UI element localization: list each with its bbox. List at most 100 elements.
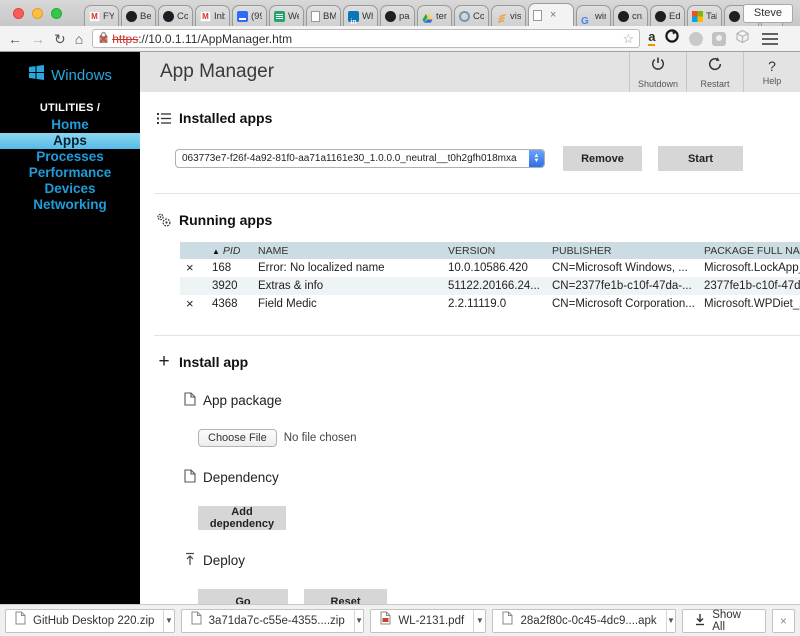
window-controls <box>13 8 62 19</box>
windows-logo-icon <box>28 64 45 86</box>
tab-bm[interactable]: BM <box>306 5 341 26</box>
add-dependency-button[interactable]: Add dependency <box>198 506 286 530</box>
download-item: 28a2f80c-0c45-4dc9....apk ▼ <box>492 609 676 633</box>
minimize-window-button[interactable] <box>32 8 43 19</box>
close-window-button[interactable] <box>13 8 24 19</box>
amazon-extension-icon[interactable] <box>648 31 655 46</box>
back-icon[interactable]: ← <box>8 32 22 46</box>
table-row: × 4368 Field Medic 2.2.11119.0 CN=Micros… <box>180 295 800 313</box>
pid-column-header[interactable]: ▲PID <box>206 242 252 259</box>
tab-active-app-manager[interactable]: × <box>528 3 574 26</box>
package-column-header[interactable]: PACKAGE FULL NAME <box>698 242 800 259</box>
section-divider <box>154 193 800 194</box>
tab-inb[interactable]: Inb <box>195 5 230 26</box>
tab-we[interactable]: We <box>269 5 304 26</box>
gmail-icon <box>200 11 211 22</box>
installed-apps-select[interactable]: 063773e7-f26f-4a92-81f0-aa71a1161e30_1.0… <box>175 149 545 168</box>
address-bar[interactable]: https://10.0.1.11/AppManager.htm ☆ <box>92 29 640 48</box>
sidebar-item-apps[interactable]: Apps <box>0 133 140 149</box>
help-button[interactable]: ? Help <box>743 52 800 92</box>
insecure-lock-icon[interactable] <box>98 31 109 47</box>
download-open-button[interactable]: WL-2131.pdf <box>371 610 473 632</box>
tab-par[interactable]: par <box>380 5 415 26</box>
reset-button[interactable]: Reset <box>304 589 387 604</box>
page-header: App Manager Shutdown Restart ? Help <box>140 52 800 92</box>
tab-co1[interactable]: Co <box>158 5 193 26</box>
close-downloads-bar-icon[interactable]: × <box>772 609 795 633</box>
tab-tem[interactable]: tem <box>417 5 452 26</box>
tab-co2[interactable]: Co <box>454 5 489 26</box>
tab-wh[interactable]: Wh <box>343 5 378 26</box>
table-header-row: ▲PID NAME VERSION PUBLISHER PACKAGE FULL… <box>180 242 800 259</box>
tab-bet[interactable]: Bet <box>121 5 156 26</box>
tab-fyi[interactable]: FYI <box>84 5 119 26</box>
tab-win[interactable]: win <box>576 5 611 26</box>
forward-icon[interactable]: → <box>31 32 45 46</box>
download-menu-caret-icon[interactable]: ▼ <box>163 610 173 632</box>
section-divider <box>154 335 800 336</box>
sidebar-item-performance[interactable]: Performance <box>0 165 140 181</box>
sidebar-item-devices[interactable]: Devices <box>0 181 140 197</box>
tab-99[interactable]: (99 <box>232 5 267 26</box>
download-menu-caret-icon[interactable]: ▼ <box>354 610 364 632</box>
publisher-column-header[interactable]: PUBLISHER <box>546 242 698 259</box>
download-menu-caret-icon[interactable]: ▼ <box>473 610 485 632</box>
cube-extension-icon[interactable] <box>735 29 750 49</box>
download-open-button[interactable]: 3a71da7c-c55e-4355....zip <box>182 610 354 632</box>
main-content: App Manager Shutdown Restart ? Help Inst… <box>140 52 800 604</box>
download-arrow-icon <box>694 613 706 629</box>
gray-circle-extension-icon[interactable] <box>689 32 703 46</box>
orange-stack-icon <box>496 11 507 22</box>
sidebar-item-processes[interactable]: Processes <box>0 149 140 165</box>
show-all-downloads-button[interactable]: Show All <box>682 609 766 633</box>
browser-tab-strip: FYI Bet Co Inb (99 We BM Wh par tem Co v… <box>0 0 800 26</box>
download-menu-caret-icon[interactable]: ▼ <box>666 610 676 632</box>
reload-icon[interactable]: ↻ <box>54 32 66 46</box>
chrome-menu-icon[interactable] <box>762 33 778 45</box>
tab-visu[interactable]: visu <box>491 5 526 26</box>
gmail-icon <box>89 11 100 22</box>
download-item: WL-2131.pdf ▼ <box>370 609 486 633</box>
sidebar-section-label: UTILITIES / <box>0 102 140 114</box>
document-icon <box>533 10 542 21</box>
github-icon <box>729 11 740 22</box>
tab-cn1[interactable]: cn1 <box>613 5 648 26</box>
home-icon[interactable]: ⌂ <box>75 32 83 46</box>
close-app-icon[interactable]: × <box>186 296 194 311</box>
choose-file-button[interactable]: Choose File <box>198 429 277 447</box>
download-item: 3a71da7c-c55e-4355....zip ▼ <box>181 609 365 633</box>
zoom-window-button[interactable] <box>51 8 62 19</box>
tab-edi[interactable]: Edi <box>650 5 685 26</box>
document-icon <box>311 11 320 22</box>
start-button[interactable]: Start <box>658 146 743 171</box>
restart-button[interactable]: Restart <box>686 52 743 92</box>
circle-arrow-extension-icon[interactable] <box>664 28 680 49</box>
browser-profile-button[interactable]: Steve <box>743 4 793 23</box>
sidebar: Windows UTILITIES / Home Apps Processes … <box>0 52 140 604</box>
sidebar-item-networking[interactable]: Networking <box>0 197 140 213</box>
running-apps-table: ▲PID NAME VERSION PUBLISHER PACKAGE FULL… <box>180 242 800 313</box>
download-open-button[interactable]: GitHub Desktop 220.zip <box>6 610 163 632</box>
go-button[interactable]: Go <box>198 589 288 604</box>
microsoft-icon <box>692 11 703 22</box>
person-extension-icon[interactable] <box>712 32 726 46</box>
remove-button[interactable]: Remove <box>563 146 642 171</box>
tab-tak[interactable]: Tak <box>687 5 722 26</box>
no-file-chosen-label: No file chosen <box>284 432 357 444</box>
downloads-bar: GitHub Desktop 220.zip ▼ 3a71da7c-c55e-4… <box>0 604 800 636</box>
file-icon <box>184 469 196 486</box>
installed-apps-heading: Installed apps <box>156 110 800 126</box>
app-package-heading: App package <box>184 392 800 409</box>
pdf-file-icon <box>380 611 391 630</box>
tab-close-icon[interactable]: × <box>550 10 556 21</box>
shutdown-button[interactable]: Shutdown <box>629 52 686 92</box>
name-column-header[interactable]: NAME <box>252 242 442 259</box>
file-icon <box>191 611 202 630</box>
bookmark-star-icon[interactable]: ☆ <box>623 31 635 47</box>
shutdown-label: Shutdown <box>638 79 678 89</box>
running-apps-heading: Running apps <box>156 212 800 228</box>
close-app-icon[interactable]: × <box>186 260 194 275</box>
sidebar-item-home[interactable]: Home <box>0 117 140 133</box>
version-column-header[interactable]: VERSION <box>442 242 546 259</box>
download-open-button[interactable]: 28a2f80c-0c45-4dc9....apk <box>493 610 665 632</box>
